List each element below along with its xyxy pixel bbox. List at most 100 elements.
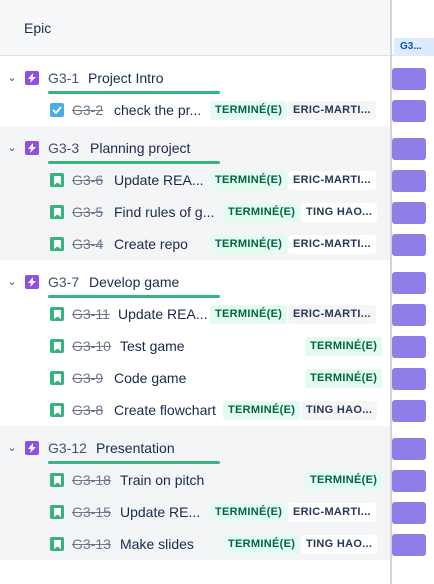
- chevron-down-icon[interactable]: ⌄: [6, 442, 18, 454]
- status-badge[interactable]: TERMINÉ(E): [305, 470, 383, 490]
- epic-name[interactable]: Develop game: [89, 274, 179, 290]
- timeline-bar[interactable]: [392, 138, 426, 160]
- issue-key[interactable]: G3-15: [72, 504, 111, 520]
- issue-row[interactable]: G3-2 check the pr... TERMINÉ(E) ERIC-MAR…: [0, 94, 390, 126]
- epic-row[interactable]: ⌄ G3-1 Project Intro: [0, 62, 390, 94]
- issue-key[interactable]: G3-10: [72, 338, 111, 354]
- timeline-bar[interactable]: [392, 368, 426, 390]
- status-badge[interactable]: TERMINÉ(E): [223, 534, 301, 554]
- issue-key[interactable]: G3-18: [72, 472, 111, 488]
- epic-row[interactable]: ⌄ G3-12 Presentation: [0, 432, 390, 464]
- timeline-bar[interactable]: [392, 470, 426, 492]
- story-icon: [50, 371, 64, 385]
- assignee-label[interactable]: ERIC-MARTI...: [288, 100, 376, 120]
- story-icon: [50, 473, 64, 487]
- assignee-label[interactable]: ERIC-MARTI...: [288, 170, 376, 190]
- timeline-bar[interactable]: [392, 234, 426, 256]
- issue-key[interactable]: G3-13: [72, 536, 111, 552]
- status-badge[interactable]: TERMINÉ(E): [305, 368, 383, 388]
- status-badge[interactable]: TERMINÉ(E): [223, 202, 301, 222]
- timeline-bar[interactable]: [392, 534, 426, 556]
- issue-key[interactable]: G3-9: [72, 370, 103, 386]
- issue-key[interactable]: G3-8: [72, 402, 103, 418]
- issue-summary[interactable]: Update REA...: [114, 172, 204, 188]
- timeline-bar[interactable]: [392, 304, 426, 326]
- story-icon: [50, 505, 64, 519]
- story-icon: [50, 205, 64, 219]
- timeline-row: [392, 432, 434, 464]
- epic-key[interactable]: G3-3: [48, 140, 79, 156]
- issue-summary[interactable]: Update RE...: [120, 504, 200, 520]
- timeline-bar[interactable]: [392, 170, 426, 192]
- issue-summary[interactable]: Test game: [120, 338, 185, 354]
- status-badge[interactable]: TERMINÉ(E): [210, 234, 288, 254]
- epic-row[interactable]: ⌄ G3-3 Planning project: [0, 132, 390, 164]
- issue-summary[interactable]: Train on pitch: [120, 472, 204, 488]
- epic-name[interactable]: Project Intro: [88, 70, 163, 86]
- task-checkbox-icon: [50, 103, 64, 117]
- timeline-bar[interactable]: [392, 202, 426, 224]
- issue-row[interactable]: G3-18 Train on pitch TERMINÉ(E): [0, 464, 390, 496]
- issue-row[interactable]: G3-9 Code game TERMINÉ(E): [0, 362, 390, 394]
- timeline-bar[interactable]: [392, 68, 426, 90]
- timeline-bars: [392, 56, 434, 560]
- status-badge[interactable]: TERMINÉ(E): [305, 336, 383, 356]
- timeline-row: [392, 528, 434, 560]
- epic-key[interactable]: G3-12: [48, 440, 87, 456]
- timeline-bar[interactable]: [392, 400, 426, 422]
- status-badge[interactable]: TERMINÉ(E): [210, 502, 288, 522]
- timeline-row: [392, 62, 434, 94]
- sprint-label[interactable]: G3...: [394, 38, 434, 56]
- timeline-bar[interactable]: [392, 336, 426, 358]
- epic-key[interactable]: G3-7: [48, 274, 79, 290]
- column-header: Epic: [0, 0, 390, 56]
- issue-row[interactable]: G3-6 Update REA... TERMINÉ(E) ERIC-MARTI…: [0, 164, 390, 196]
- timeline-bar[interactable]: [392, 272, 426, 294]
- epic-row[interactable]: ⌄ G3-7 Develop game: [0, 266, 390, 298]
- assignee-label[interactable]: TING HAO...: [301, 400, 378, 420]
- assignee-label[interactable]: ERIC-MARTI...: [288, 234, 376, 254]
- assignee-label[interactable]: TING HAO...: [301, 202, 378, 222]
- issue-key[interactable]: G3-4: [72, 236, 103, 252]
- timeline-row: [392, 394, 434, 426]
- issue-key[interactable]: G3-6: [72, 172, 103, 188]
- issue-row[interactable]: G3-13 Make slides TERMINÉ(E) TING HAO...: [0, 528, 390, 560]
- assignee-label[interactable]: TING HAO...: [301, 534, 378, 554]
- chevron-down-icon[interactable]: ⌄: [6, 142, 18, 154]
- status-badge[interactable]: TERMINÉ(E): [210, 100, 288, 120]
- chevron-down-icon[interactable]: ⌄: [6, 72, 18, 84]
- epic-name[interactable]: Presentation: [96, 440, 175, 456]
- timeline-row: [392, 94, 434, 126]
- timeline-bar[interactable]: [392, 100, 426, 122]
- story-icon: [50, 537, 64, 551]
- issue-key[interactable]: G3-5: [72, 204, 103, 220]
- epic-key[interactable]: G3-1: [48, 70, 79, 86]
- timeline-bar[interactable]: [392, 438, 426, 460]
- timeline-panel[interactable]: G3...: [392, 0, 434, 584]
- issue-row[interactable]: G3-10 Test game TERMINÉ(E): [0, 330, 390, 362]
- epic-name[interactable]: Planning project: [90, 140, 190, 156]
- assignee-label[interactable]: ERIC-MARTI...: [288, 502, 376, 522]
- issue-row[interactable]: G3-8 Create flowchart TERMINÉ(E) TING HA…: [0, 394, 390, 426]
- issue-list-panel: Epic ⌄ G3-1 Project Intro G3-2 check the…: [0, 0, 390, 584]
- issue-summary[interactable]: Find rules of g...: [114, 204, 214, 220]
- timeline-bar[interactable]: [392, 502, 426, 524]
- issue-row[interactable]: G3-15 Update RE... TERMINÉ(E) ERIC-MARTI…: [0, 496, 390, 528]
- issue-key[interactable]: G3-2: [72, 102, 103, 118]
- issue-summary[interactable]: Make slides: [120, 536, 194, 552]
- status-badge[interactable]: TERMINÉ(E): [210, 170, 288, 190]
- issue-row[interactable]: G3-11 Update REA... TERMINÉ(E) ERIC-MART…: [0, 298, 390, 330]
- issue-row[interactable]: G3-5 Find rules of g... TERMINÉ(E) TING …: [0, 196, 390, 228]
- issue-summary[interactable]: Create flowchart: [114, 402, 216, 418]
- epic-icon: [25, 275, 39, 289]
- issue-row[interactable]: G3-4 Create repo TERMINÉ(E) ERIC-MARTI..…: [0, 228, 390, 260]
- chevron-down-icon[interactable]: ⌄: [6, 276, 18, 288]
- issue-summary[interactable]: Create repo: [114, 236, 188, 252]
- status-badge[interactable]: TERMINÉ(E): [210, 304, 288, 324]
- assignee-label[interactable]: ERIC-MARTI...: [288, 304, 376, 324]
- issue-summary[interactable]: Code game: [114, 370, 186, 386]
- issue-key[interactable]: G3-11: [72, 306, 110, 322]
- status-badge[interactable]: TERMINÉ(E): [223, 400, 301, 420]
- issue-summary[interactable]: Update REA...: [118, 306, 208, 322]
- issue-summary[interactable]: check the pr...: [114, 102, 201, 118]
